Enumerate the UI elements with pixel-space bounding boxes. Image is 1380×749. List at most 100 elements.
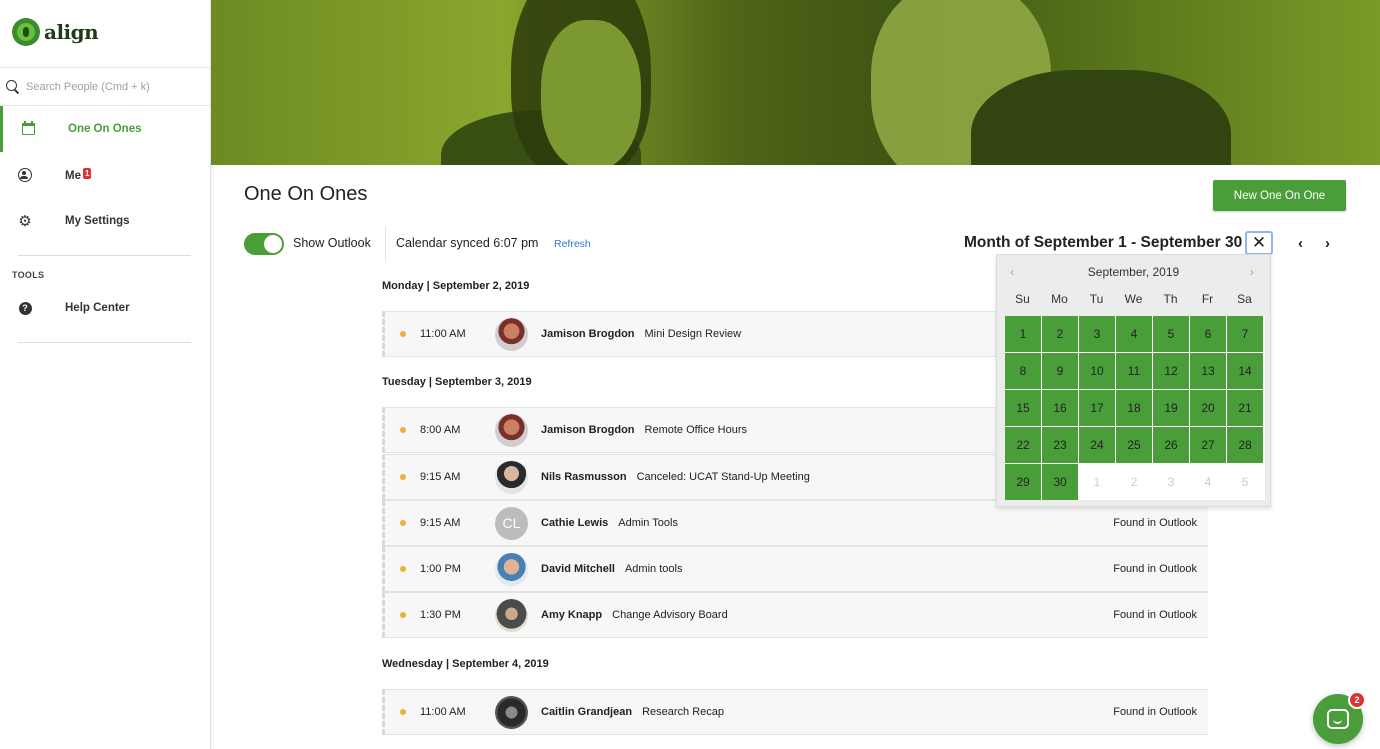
day-heading: Wednesday | September 4, 2019 <box>382 658 549 670</box>
sidebar-item-help-center[interactable]: ? Help Center <box>0 285 210 331</box>
meeting-title: Research Recap <box>642 706 725 718</box>
datepicker-day-grid: 1 2 3 4 5 6 7 8 9 10 11 12 13 14 15 16 17 18 19 20 21 22 23 24 2… <box>1005 316 1265 500</box>
datepicker-day-cell[interactable]: 3 <box>1079 316 1115 352</box>
sidebar-item-my-settings[interactable]: ⚙ My Settings <box>0 198 210 244</box>
new-one-on-one-button[interactable]: New One On One <box>1213 180 1346 211</box>
datepicker-day-cell[interactable]: 20 <box>1190 390 1226 426</box>
datepicker-day-cell[interactable]: 23 <box>1042 427 1078 463</box>
datepicker-day-cell[interactable]: 9 <box>1042 353 1078 389</box>
datepicker-day-cell[interactable]: 21 <box>1227 390 1263 426</box>
datepicker-day-cell[interactable]: 13 <box>1190 353 1226 389</box>
datepicker-day-cell[interactable]: 24 <box>1079 427 1115 463</box>
chat-notification-badge: 2 <box>1348 691 1366 709</box>
status-dot <box>400 474 406 480</box>
weekday-label: Tu <box>1089 292 1104 306</box>
datepicker-day-cell[interactable]: 2 <box>1042 316 1078 352</box>
hero-banner-image <box>211 0 1380 165</box>
datepicker-day-cell[interactable]: 19 <box>1153 390 1189 426</box>
search-input[interactable] <box>26 80 196 93</box>
calendar-sync-status: Calendar synced 6:07 pm <box>396 236 539 250</box>
datepicker-day-cell[interactable]: 28 <box>1227 427 1263 463</box>
meeting-title: Canceled: UCAT Stand-Up Meeting <box>636 471 810 483</box>
sidebar: align One On Ones Me1 ⚙ My Settings TOOL… <box>0 0 211 749</box>
toggle-knob <box>264 235 282 253</box>
weekday-label: We <box>1124 292 1143 306</box>
person-name: Nils Rasmusson <box>541 471 627 483</box>
datepicker-day-cell[interactable]: 7 <box>1227 316 1263 352</box>
status-dot <box>400 427 406 433</box>
person-name: David Mitchell <box>541 563 615 575</box>
month-range-title[interactable]: Month of September 1 - September 30 <box>964 234 1242 252</box>
datepicker-day-cell[interactable]: 10 <box>1079 353 1115 389</box>
sidebar-item-one-on-ones[interactable]: One On Ones <box>0 106 210 152</box>
datepicker-popover: ‹ September, 2019 › Su Mo Tu We Th Fr Sa… <box>996 254 1271 507</box>
sidebar-item-label: Me <box>65 170 81 182</box>
next-month-button[interactable]: › <box>1325 235 1330 252</box>
datepicker-day-cell[interactable]: 8 <box>1005 353 1041 389</box>
datepicker-day-cell[interactable]: 1 <box>1005 316 1041 352</box>
datepicker-day-cell[interactable]: 12 <box>1153 353 1189 389</box>
prev-month-button[interactable]: ‹ <box>1298 235 1303 252</box>
show-outlook-toggle[interactable] <box>244 233 284 255</box>
search-bar <box>0 67 210 106</box>
status-dot <box>400 612 406 618</box>
datepicker-day-cell: 1 <box>1079 464 1115 500</box>
calendar-icon <box>21 121 35 136</box>
datepicker-next-button[interactable]: › <box>1250 264 1254 279</box>
tools-section-label: TOOLS <box>12 270 45 280</box>
person-name: Jamison Brogdon <box>541 424 635 436</box>
avatar-initials: CL <box>495 506 528 540</box>
person-name: Cathie Lewis <box>541 517 609 529</box>
meeting-time: 1:30 PM <box>420 609 461 621</box>
meeting-row[interactable]: 11:00 AM Caitlin Grandjean Research Recap… <box>382 689 1208 735</box>
datepicker-day-cell[interactable]: 30 <box>1042 464 1078 500</box>
datepicker-day-cell[interactable]: 14 <box>1227 353 1263 389</box>
logo-text: align <box>44 20 99 44</box>
toolbar-divider <box>385 226 386 261</box>
meeting-title: Change Advisory Board <box>612 609 728 621</box>
datepicker-day-cell[interactable]: 26 <box>1153 427 1189 463</box>
datepicker-day-cell[interactable]: 6 <box>1190 316 1226 352</box>
app-logo[interactable]: align <box>12 18 99 46</box>
weekday-label: Th <box>1163 292 1178 306</box>
weekday-label: Mo <box>1051 292 1068 306</box>
datepicker-day-cell: 3 <box>1153 464 1189 500</box>
datepicker-day-cell[interactable]: 4 <box>1116 316 1152 352</box>
datepicker-day-cell[interactable]: 27 <box>1190 427 1226 463</box>
weekday-label: Su <box>1015 292 1030 306</box>
datepicker-day-cell[interactable]: 16 <box>1042 390 1078 426</box>
meeting-time: 11:00 AM <box>420 328 466 340</box>
datepicker-day-cell[interactable]: 22 <box>1005 427 1041 463</box>
meeting-time: 8:00 AM <box>420 424 461 436</box>
status-dot <box>400 331 406 337</box>
datepicker-day-cell[interactable]: 15 <box>1005 390 1041 426</box>
avatar <box>495 317 528 351</box>
meeting-info: Jamison Brogdon Mini Design Review <box>541 328 741 340</box>
refresh-link[interactable]: Refresh <box>554 238 591 250</box>
user-circle-icon <box>18 168 32 182</box>
datepicker-day-cell[interactable]: 29 <box>1005 464 1041 500</box>
status-dot <box>400 566 406 572</box>
datepicker-day-cell[interactable]: 25 <box>1116 427 1152 463</box>
sidebar-item-me[interactable]: Me 1 <box>0 152 210 198</box>
datepicker-day-cell[interactable]: 11 <box>1116 353 1152 389</box>
datepicker-day-cell[interactable]: 5 <box>1153 316 1189 352</box>
sidebar-item-label: Help Center <box>65 302 130 314</box>
search-icon <box>6 80 19 93</box>
meeting-info: Nils Rasmusson Canceled: UCAT Stand-Up Me… <box>541 471 810 483</box>
person-name: Caitlin Grandjean <box>541 706 633 718</box>
meeting-row[interactable]: 1:00 PM David Mitchell Admin tools Found … <box>382 546 1208 592</box>
align-logo-icon <box>12 18 40 46</box>
sidebar-divider <box>18 255 191 256</box>
meeting-row[interactable]: 1:30 PM Amy Knapp Change Advisory Board F… <box>382 592 1208 638</box>
datepicker-day-cell[interactable]: 18 <box>1116 390 1152 426</box>
status-dot <box>400 709 406 715</box>
avatar <box>495 552 528 586</box>
day-heading: Monday | September 2, 2019 <box>382 280 530 292</box>
sidebar-divider <box>18 342 191 343</box>
avatar <box>495 460 528 494</box>
sidebar-item-label: One On Ones <box>68 123 142 135</box>
datepicker-day-cell[interactable]: 17 <box>1079 390 1115 426</box>
close-datepicker-button[interactable]: ✕ <box>1245 231 1273 255</box>
meeting-info: Cathie Lewis Admin Tools <box>541 517 678 529</box>
